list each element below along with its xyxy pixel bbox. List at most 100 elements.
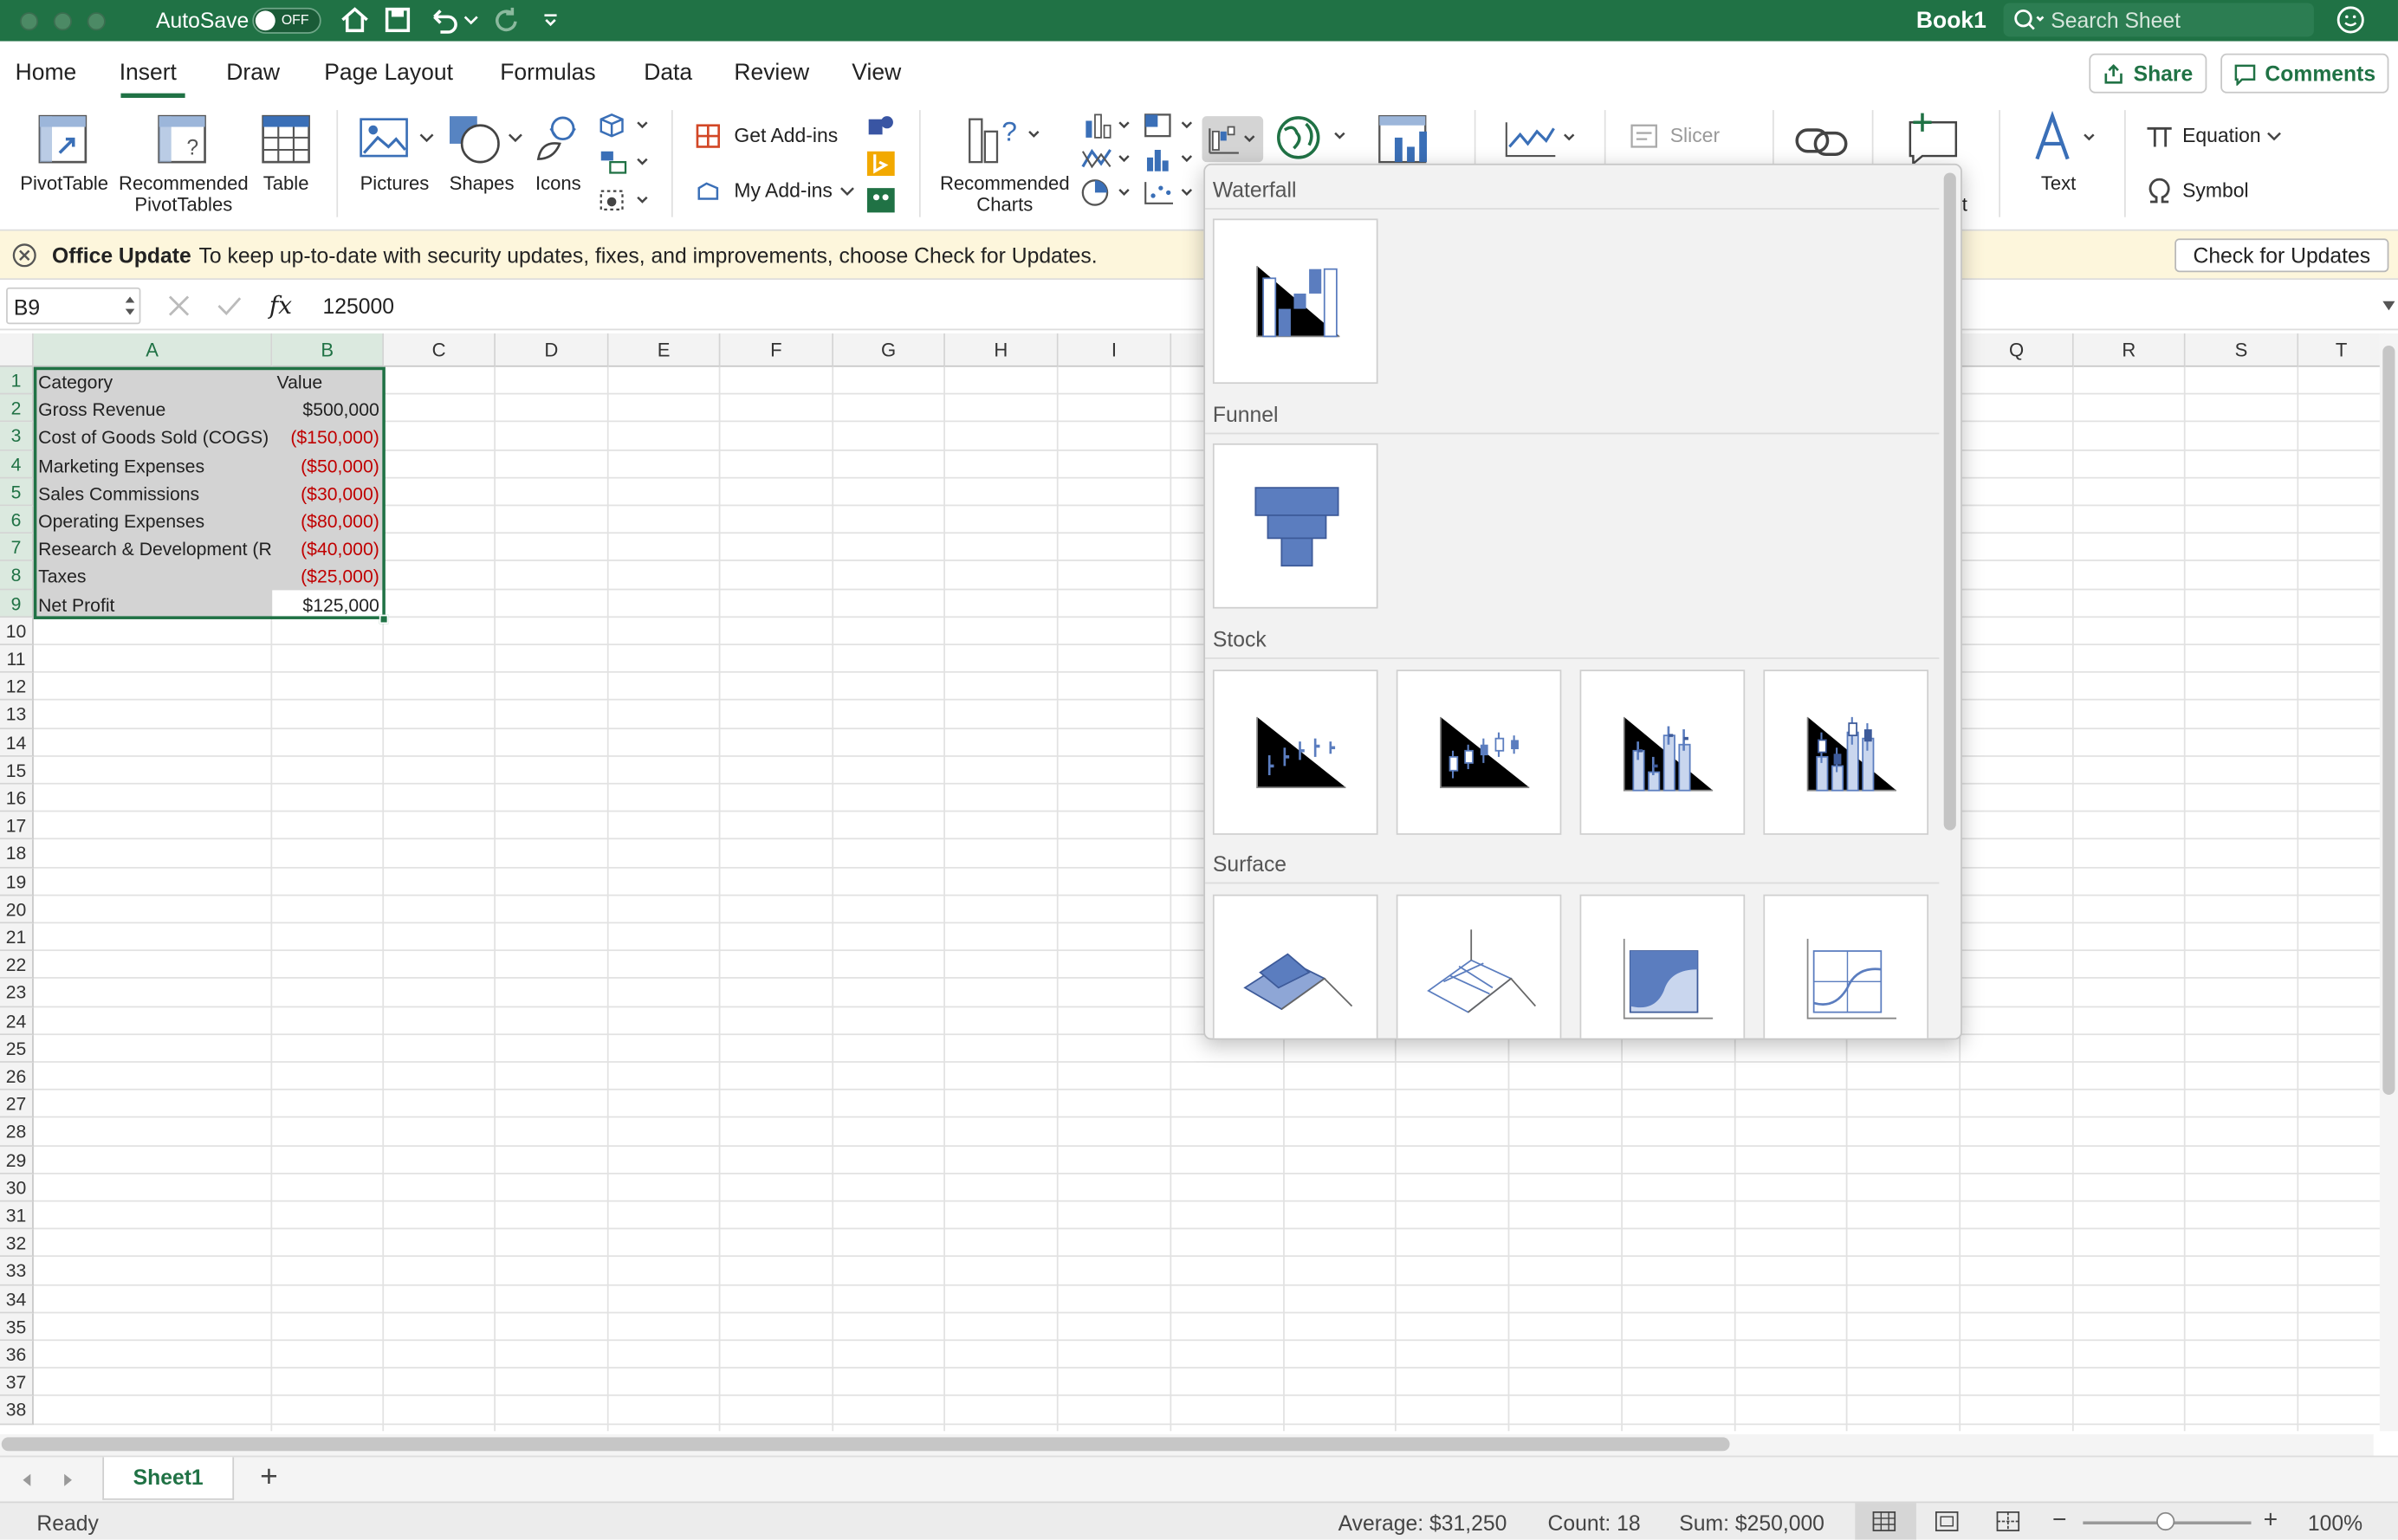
pie-chart-icon[interactable] [1079,179,1135,207]
row-header[interactable]: 16 [0,784,34,812]
row-header[interactable]: 9 [0,589,34,618]
stock-volume-hlc-option[interactable] [1579,670,1746,835]
row-header[interactable]: 15 [0,756,34,785]
recommended-charts-button[interactable]: ? Recommended Charts [933,104,1077,220]
visio-icon[interactable] [865,113,896,141]
text-button[interactable]: Text [2016,104,2108,214]
column-header-r[interactable]: R [2073,333,2186,367]
close-notice-icon[interactable] [12,243,36,268]
row-header[interactable]: 19 [0,867,34,896]
row-header[interactable]: 28 [0,1118,34,1147]
row-header[interactable]: 37 [0,1369,34,1397]
zoom-in-button[interactable]: + [2264,1508,2278,1536]
column-header-t[interactable]: T [2298,333,2386,367]
insert-function-button[interactable]: fx [269,290,292,320]
home-icon[interactable] [340,4,370,35]
column-chart-icon[interactable] [1079,112,1135,139]
row-header[interactable]: 22 [0,951,34,980]
row-header[interactable]: 3 [0,422,34,451]
page-break-view-icon[interactable] [1996,1511,2020,1532]
screenshot-icon[interactable] [598,186,653,214]
maximize-window-button[interactable] [87,12,106,31]
row-header[interactable]: 4 [0,450,34,479]
contour-option[interactable] [1579,894,1746,1039]
row-header[interactable]: 10 [0,617,34,645]
add-sheet-button[interactable]: + [260,1460,278,1496]
row-header[interactable]: 18 [0,839,34,868]
row-header[interactable]: 20 [0,896,34,924]
zoom-out-button[interactable]: − [2052,1508,2066,1536]
3d-models-icon[interactable] [598,112,653,139]
stock-high-low-close-option[interactable] [1212,670,1378,835]
fill-handle[interactable] [379,614,389,624]
column-header-q[interactable]: Q [1961,333,2074,367]
icons-button[interactable]: Icons [529,104,591,214]
row-header[interactable]: 36 [0,1341,34,1369]
horizontal-scroll-thumb[interactable] [1,1437,1730,1452]
column-header-h[interactable]: H [944,333,1059,367]
row-header[interactable]: 7 [0,534,34,562]
new-comment-icon[interactable] [1901,110,1962,165]
name-box[interactable]: B9 [6,287,141,325]
vertical-scrollbar[interactable] [2379,333,2398,1432]
row-header[interactable]: 6 [0,506,34,534]
row-header[interactable]: 35 [0,1313,34,1342]
undo-dropdown-icon[interactable] [463,14,479,26]
tab-review[interactable]: Review [734,60,809,86]
comments-button[interactable]: Comments [2220,53,2389,94]
row-header[interactable]: 5 [0,478,34,507]
vertical-scroll-thumb[interactable] [2382,345,2395,1095]
3d-surface-option[interactable] [1212,894,1378,1039]
row-header[interactable]: 33 [0,1257,34,1285]
waterfall-chart-option[interactable] [1212,218,1378,385]
recommended-pivottables-button[interactable]: ? Recommended PivotTables [116,104,250,217]
row-header[interactable]: 26 [0,1062,34,1090]
worksheet-grid[interactable]: A B C D E F G H I Q R S T 1 2 3 4 5 6 7 8 9 10 11 1… [0,333,2386,1432]
column-header-d[interactable]: D [495,333,609,367]
row-header[interactable]: 32 [0,1229,34,1258]
row-header[interactable]: 31 [0,1201,34,1230]
customize-toolbar-icon[interactable] [541,10,560,29]
maps-chart-icon[interactable] [1275,112,1351,167]
row-header[interactable]: 38 [0,1396,34,1425]
link-icon[interactable] [1792,120,1850,165]
row-header[interactable]: 1 [0,366,34,395]
get-addins-button[interactable]: Get Add-ins [691,120,852,153]
slicer-button[interactable]: Slicer [1626,120,1734,153]
row-header[interactable]: 13 [0,701,34,729]
row-header[interactable]: 25 [0,1034,34,1063]
prev-sheet-icon[interactable] [18,1471,36,1489]
horizontal-scrollbar[interactable] [0,1433,2374,1456]
column-header-i[interactable]: I [1058,333,1172,367]
check-for-updates-button[interactable]: Check for Updates [2174,238,2389,273]
formula-input[interactable]: 125000 [322,294,393,318]
search-box[interactable]: Search Sheet [2003,3,2314,37]
wireframe-3d-surface-option[interactable] [1396,894,1562,1039]
row-header[interactable]: 11 [0,644,34,674]
waterfall-chart-button[interactable] [1202,116,1264,163]
row-header[interactable]: 23 [0,979,34,1007]
smiley-feedback-icon[interactable] [2336,4,2370,35]
smartart-icon[interactable] [598,148,653,176]
select-all-corner[interactable] [0,333,34,367]
column-header-e[interactable]: E [608,333,721,367]
people-graph-icon[interactable] [865,186,896,214]
redo-icon[interactable] [492,6,520,34]
sheet-tab-sheet1[interactable]: Sheet1 [102,1457,235,1500]
column-header-g[interactable]: G [833,333,945,367]
column-header-b[interactable]: B [272,333,385,367]
zoom-slider-knob[interactable] [2156,1511,2175,1531]
next-sheet-icon[interactable] [58,1471,76,1489]
close-window-button[interactable] [19,12,39,31]
save-icon[interactable] [384,6,412,34]
line-chart-icon[interactable] [1079,146,1135,173]
gallery-scrollbar[interactable] [1943,172,1956,831]
pivotchart-icon[interactable] [1373,110,1437,168]
scatter-chart-icon[interactable] [1143,179,1198,207]
enter-icon[interactable] [216,294,243,318]
tab-view[interactable]: View [852,60,901,86]
pictures-button[interactable]: Pictures [353,104,439,214]
row-header[interactable]: 8 [0,561,34,590]
row-header[interactable]: 29 [0,1146,34,1174]
stock-volume-ohlc-option[interactable] [1763,670,1929,835]
